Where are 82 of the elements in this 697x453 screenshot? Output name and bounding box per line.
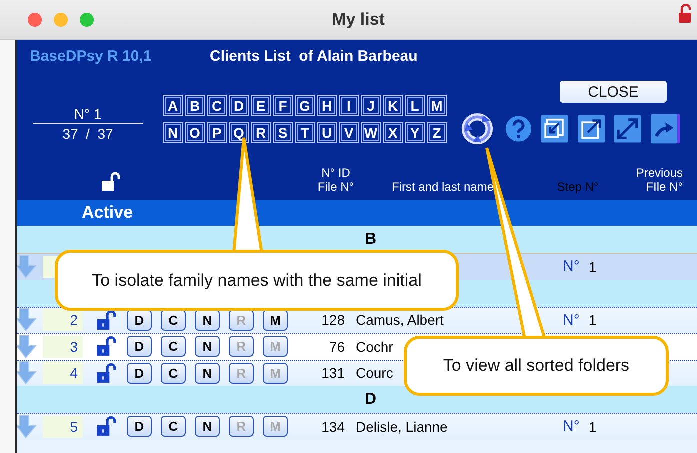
action-button[interactable]: D bbox=[127, 310, 152, 331]
file-id: 128 bbox=[320, 312, 345, 328]
step-number: 1 bbox=[588, 312, 597, 328]
padlock-icon[interactable] bbox=[96, 336, 117, 358]
action-button[interactable]: D bbox=[127, 362, 152, 384]
row-number: 3 bbox=[43, 336, 83, 358]
action-button[interactable]: C bbox=[161, 310, 186, 331]
section-letter: D bbox=[365, 390, 377, 408]
section-letter: B bbox=[365, 230, 377, 248]
letter-button[interactable]: X bbox=[383, 122, 403, 143]
arrow-icon[interactable] bbox=[650, 113, 680, 145]
letter-button[interactable]: B bbox=[185, 95, 205, 116]
help-icon[interactable] bbox=[504, 114, 532, 144]
letter-button[interactable]: W bbox=[361, 122, 381, 143]
file-id: 76 bbox=[328, 338, 345, 355]
letter-button[interactable]: R bbox=[251, 122, 271, 143]
action-button[interactable]: D bbox=[127, 416, 152, 438]
client-name: Courc bbox=[356, 365, 394, 382]
column-header[interactable]: N° ID File N° bbox=[316, 166, 356, 194]
letter-button[interactable]: A bbox=[163, 95, 183, 116]
step-number: 1 bbox=[588, 418, 597, 435]
app-version: BaseDPsy R 10,1 bbox=[30, 48, 153, 64]
refresh-icon[interactable] bbox=[461, 111, 494, 147]
letter-button[interactable]: S bbox=[273, 122, 293, 143]
fullscreen-icon[interactable] bbox=[614, 114, 642, 144]
window-title: My list bbox=[332, 10, 385, 30]
action-button[interactable]: M bbox=[263, 310, 288, 331]
client-name: Camus, Albert bbox=[356, 312, 444, 328]
letter-button[interactable]: J bbox=[361, 95, 381, 116]
letter-button[interactable]: G bbox=[295, 95, 315, 116]
list-title: Clients List of Alain Barbeau bbox=[210, 48, 418, 64]
column-header[interactable]: Previous FIle N° bbox=[629, 166, 683, 194]
close-window-button[interactable] bbox=[28, 12, 42, 26]
action-button[interactable]: N bbox=[195, 336, 220, 358]
letter-button[interactable]: U bbox=[317, 122, 337, 143]
group-label: Active bbox=[82, 203, 134, 223]
letter-button[interactable]: C bbox=[207, 95, 227, 116]
padlock-icon[interactable] bbox=[96, 362, 117, 384]
file-id: 131 bbox=[320, 365, 345, 382]
row-number: 5 bbox=[43, 416, 83, 438]
action-button[interactable]: C bbox=[161, 362, 186, 384]
letter-button[interactable]: T bbox=[295, 122, 315, 143]
letter-button[interactable]: P bbox=[207, 122, 227, 143]
close-button[interactable]: CLOSE bbox=[560, 81, 667, 103]
letter-button[interactable]: K bbox=[383, 95, 403, 116]
letter-button[interactable]: Q bbox=[229, 122, 249, 143]
action-button[interactable]: C bbox=[161, 416, 186, 438]
letter-button[interactable]: V bbox=[339, 122, 359, 143]
expand-window-icon[interactable] bbox=[578, 114, 606, 144]
action-button[interactable]: D bbox=[127, 336, 152, 358]
step-label: N° bbox=[563, 258, 580, 276]
letter-button[interactable]: F bbox=[273, 95, 293, 116]
padlock-icon[interactable] bbox=[101, 172, 121, 192]
callout-tooltip: To view all sorted folders bbox=[404, 336, 669, 396]
letter-button[interactable]: O bbox=[185, 122, 205, 143]
record-count: 37 / 37 bbox=[62, 125, 114, 142]
file-id: 134 bbox=[320, 418, 345, 435]
letter-button[interactable]: Y bbox=[405, 122, 425, 143]
step-label: N° bbox=[563, 418, 580, 436]
action-button[interactable]: N bbox=[195, 362, 220, 384]
letter-button[interactable]: Z bbox=[427, 122, 447, 143]
letter-button[interactable]: N bbox=[163, 122, 183, 143]
action-button[interactable]: C bbox=[161, 336, 186, 358]
action-button[interactable]: N bbox=[195, 310, 220, 331]
letter-button[interactable]: D bbox=[229, 95, 249, 116]
record-number: N° 1 bbox=[33, 106, 143, 124]
column-header[interactable]: First and last name bbox=[383, 180, 503, 194]
action-button[interactable]: N bbox=[195, 416, 220, 438]
step-number: 1 bbox=[588, 258, 597, 275]
step-label: N° bbox=[563, 312, 580, 329]
letter-button[interactable]: M bbox=[427, 95, 447, 116]
client-name: Delisle, Lianne bbox=[356, 418, 448, 435]
client-name: Cochr bbox=[356, 338, 394, 355]
padlock-icon[interactable] bbox=[96, 416, 117, 438]
row-number: 2 bbox=[43, 309, 83, 332]
letter-button[interactable]: E bbox=[251, 95, 271, 116]
padlock-icon[interactable] bbox=[96, 310, 117, 331]
letter-button[interactable]: H bbox=[317, 95, 337, 116]
row-number: 4 bbox=[43, 362, 83, 384]
letter-button[interactable]: L bbox=[405, 95, 425, 116]
letter-button[interactable]: I bbox=[339, 95, 359, 116]
shrink-window-icon[interactable] bbox=[541, 114, 569, 144]
